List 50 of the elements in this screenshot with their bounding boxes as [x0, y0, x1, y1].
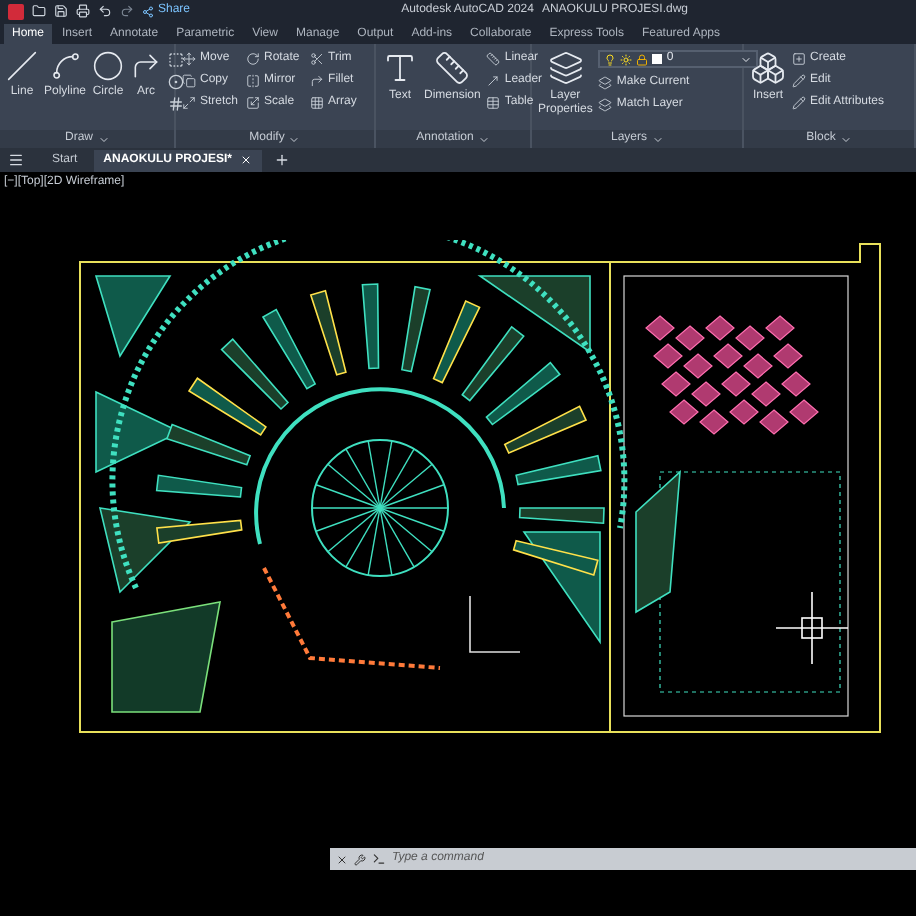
- dimension-icon: [434, 50, 471, 86]
- folder-icon[interactable]: [32, 4, 46, 18]
- caret-icon[interactable]: [651, 133, 663, 145]
- undo-icon[interactable]: [98, 4, 112, 18]
- ellipse-icon[interactable]: [168, 74, 185, 90]
- table-icon: [486, 95, 501, 109]
- arc-icon: [130, 50, 163, 82]
- ruler-icon: [486, 51, 501, 65]
- mirror-icon: [246, 73, 261, 87]
- layers-icon: [547, 50, 584, 86]
- lightbulb-icon: [604, 53, 617, 65]
- save-icon[interactable]: [54, 4, 68, 18]
- menu-icon[interactable]: [8, 152, 24, 168]
- wrench-icon[interactable]: [354, 853, 366, 865]
- print-icon[interactable]: [76, 4, 90, 18]
- caret-icon[interactable]: [288, 133, 301, 145]
- layer-color-swatch: [652, 54, 663, 64]
- prompt-icon[interactable]: [372, 852, 386, 866]
- text-icon: [382, 50, 418, 86]
- lock-icon: [636, 53, 649, 65]
- layer-stack-icon: [598, 75, 613, 89]
- caret-icon[interactable]: [477, 133, 490, 145]
- add-tab-icon[interactable]: [274, 152, 291, 168]
- rectangle-icon[interactable]: [168, 52, 185, 68]
- caret-icon[interactable]: [97, 133, 109, 145]
- insert-block-icon: [750, 50, 786, 86]
- scale-icon: [246, 95, 261, 109]
- hatch-icon[interactable]: [168, 96, 185, 112]
- share-icon: [142, 5, 154, 17]
- redo-icon[interactable]: [120, 4, 134, 18]
- copy-icon: [182, 73, 196, 87]
- circle-icon: [92, 50, 125, 82]
- fillet-icon: [310, 73, 325, 87]
- sun-icon: [620, 53, 633, 65]
- grid-icon: [310, 95, 325, 109]
- rotate-icon: [246, 51, 261, 65]
- scissors-icon: [310, 51, 325, 65]
- polyline-icon: [49, 50, 81, 82]
- line-icon: [6, 50, 38, 82]
- plus-square-icon: [792, 51, 806, 65]
- stretch-icon: [182, 95, 196, 109]
- layer-stack-icon: [598, 97, 613, 111]
- leader-arrow-icon: [486, 73, 501, 87]
- app-logo-icon[interactable]: [8, 3, 24, 19]
- move-icon: [182, 51, 196, 65]
- pencil-icon: [792, 73, 806, 87]
- pencil-icon: [792, 95, 806, 109]
- caret-icon: [740, 53, 753, 65]
- caret-icon[interactable]: [839, 133, 852, 145]
- close-icon[interactable]: [336, 853, 348, 865]
